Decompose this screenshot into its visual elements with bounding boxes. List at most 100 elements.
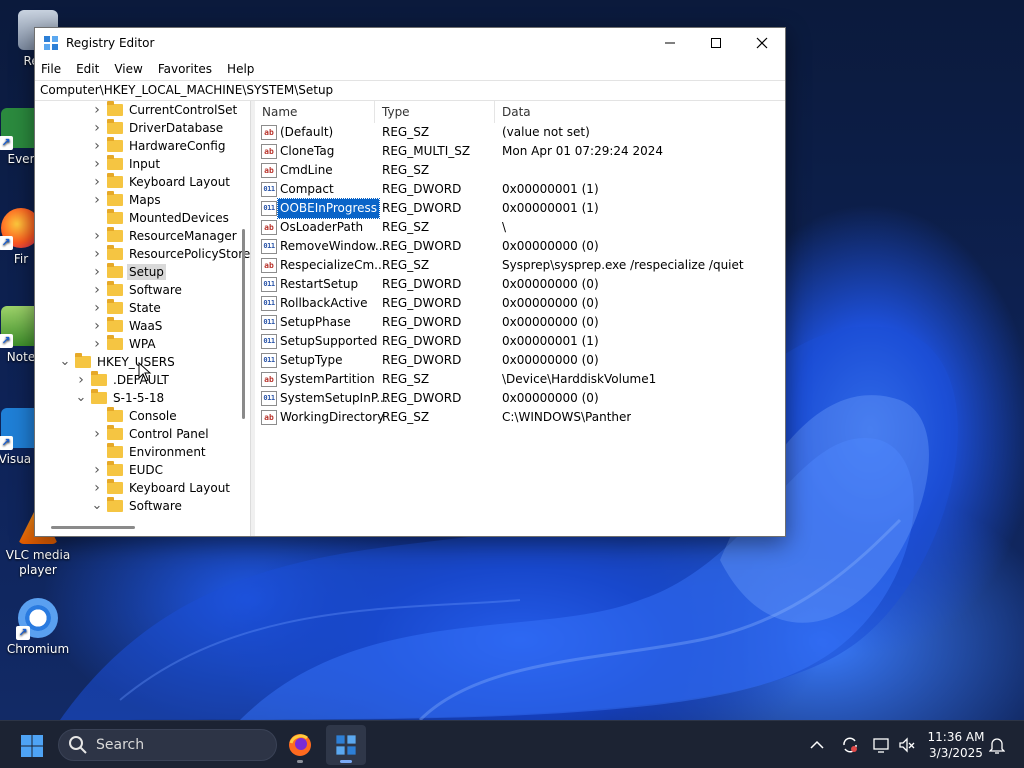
tree-item[interactable]: › ResourcePolicyStore: [91, 245, 250, 263]
tree-item[interactable]: › CurrentControlSet: [91, 101, 239, 119]
chevron-right-icon[interactable]: ›: [91, 119, 103, 137]
value-data: 0x00000000 (0): [502, 277, 599, 291]
tree-horizontal-scrollbar[interactable]: [51, 525, 171, 531]
tree-item[interactable]: ⌄ S-1-5-18: [75, 389, 166, 407]
maximize-button[interactable]: [693, 28, 739, 58]
value-row[interactable]: 011 RemoveWindow... REG_DWORD 0x00000000 (0…: [255, 237, 785, 256]
value-row[interactable]: ab CloneTag REG_MULTI_SZ Mon Apr 01 07:29:2…: [255, 142, 785, 161]
tree-item[interactable]: › DriverDatabase: [91, 119, 225, 137]
system-clock[interactable]: 11:36 AM 3/3/2025: [920, 729, 992, 761]
desktop-icon-label: Chromium: [6, 642, 70, 656]
tree-item[interactable]: › Control Panel: [91, 425, 211, 443]
tree-item[interactable]: › Maps: [91, 191, 163, 209]
tree-item[interactable]: › Setup: [91, 263, 166, 281]
value-type: REG_SZ: [382, 410, 430, 424]
value-type: REG_DWORD: [382, 201, 462, 215]
notifications-button[interactable]: [987, 735, 1007, 755]
value-type: REG_DWORD: [382, 353, 462, 367]
menu-edit[interactable]: Edit: [72, 59, 103, 79]
binary-value-icon: 011: [261, 353, 277, 368]
tree-item[interactable]: › ResourceManager: [91, 227, 239, 245]
value-row[interactable]: ab OsLoaderPath REG_SZ \: [255, 218, 785, 237]
tree-item[interactable]: › WaaS: [91, 317, 164, 335]
value-row[interactable]: ab RespecializeCm... REG_SZ Sysprep\sysprep…: [255, 256, 785, 275]
column-header-data[interactable]: Data: [495, 101, 785, 123]
value-row[interactable]: 011 RestartSetup REG_DWORD 0x00000000 (0): [255, 275, 785, 294]
value-row[interactable]: 011 RollbackActive REG_DWORD 0x00000000 (0): [255, 294, 785, 313]
desktop-icon-label: VLC media player: [5, 548, 71, 577]
tree-item[interactable]: › WPA: [91, 335, 158, 353]
value-row[interactable]: ab CmdLine REG_SZ: [255, 161, 785, 180]
tree-item[interactable]: ⌄ HKEY_USERS: [59, 353, 177, 371]
value-row[interactable]: ab WorkingDirectory REG_SZ C:\WINDOWS\Panth…: [255, 408, 785, 427]
string-value-icon: ab: [261, 220, 277, 235]
chevron-right-icon[interactable]: ›: [75, 371, 87, 389]
title-bar[interactable]: Registry Editor: [35, 28, 785, 58]
menu-help[interactable]: Help: [223, 59, 258, 79]
taskbar-registry-editor[interactable]: [326, 725, 366, 765]
chevron-right-icon[interactable]: ›: [91, 101, 103, 119]
value-row[interactable]: 011 Compact REG_DWORD 0x00000001 (1): [255, 180, 785, 199]
tree-item-label: Environment: [129, 445, 206, 459]
tree-vertical-scrollbar[interactable]: [239, 101, 249, 531]
chevron-right-icon[interactable]: ›: [91, 281, 103, 299]
tree-item[interactable]: ⌄ Software: [91, 497, 184, 515]
column-header-name[interactable]: Name: [255, 101, 375, 123]
chevron-down-icon[interactable]: ⌄: [75, 389, 87, 407]
shortcut-arrow-icon: ↗: [16, 626, 30, 640]
desktop-icon-chromium[interactable]: ↗ Chromium: [1, 598, 75, 657]
chevron-down-icon[interactable]: ⌄: [91, 497, 103, 515]
tree-item[interactable]: › Keyboard Layout: [91, 479, 232, 497]
tree-item[interactable]: MountedDevices: [91, 209, 231, 227]
taskbar-search[interactable]: Search: [58, 729, 277, 761]
tree-item[interactable]: Console: [91, 407, 179, 425]
tree-item[interactable]: › Keyboard Layout: [91, 173, 232, 191]
value-row[interactable]: ab (Default) REG_SZ (value not set): [255, 123, 785, 142]
chevron-right-icon[interactable]: ›: [91, 191, 103, 209]
chevron-right-icon[interactable]: ›: [91, 137, 103, 155]
editor-panes: › CurrentControlSet › DriverDatabase › Hardwa…: [35, 101, 785, 536]
chevron-right-icon[interactable]: ›: [91, 227, 103, 245]
menu-file[interactable]: File: [37, 59, 65, 79]
tree-item[interactable]: › Input: [91, 155, 162, 173]
tree-item[interactable]: › Software: [91, 281, 184, 299]
minimize-button[interactable]: [647, 28, 693, 58]
column-header-type[interactable]: Type: [375, 101, 495, 123]
folder-icon: [107, 461, 123, 476]
menu-favorites[interactable]: Favorites: [154, 59, 216, 79]
address-bar[interactable]: Computer\HKEY_LOCAL_MACHINE\SYSTEM\Setup: [35, 80, 785, 101]
scroll-thumb[interactable]: [51, 526, 135, 529]
chevron-right-icon[interactable]: ›: [91, 155, 103, 173]
value-row[interactable]: 011 SetupType REG_DWORD 0x00000000 (0): [255, 351, 785, 370]
chevron-down-icon[interactable]: ⌄: [59, 353, 71, 371]
chevron-right-icon[interactable]: ›: [91, 263, 103, 281]
value-row[interactable]: 011 SystemSetupInP... REG_DWORD 0x00000000 …: [255, 389, 785, 408]
chevron-right-icon[interactable]: ›: [91, 461, 103, 479]
show-hidden-icons-button[interactable]: [807, 735, 827, 755]
tree-item[interactable]: › .DEFAULT: [75, 371, 171, 389]
value-row[interactable]: 011 OOBEInProgress REG_DWORD 0x00000001 (1): [255, 198, 785, 219]
chevron-right-icon[interactable]: ›: [91, 335, 103, 353]
value-row[interactable]: 011 SetupSupported REG_DWORD 0x00000001 (1): [255, 332, 785, 351]
taskbar-firefox[interactable]: [280, 725, 320, 765]
value-row[interactable]: ab SystemPartition REG_SZ \Device\HarddiskV…: [255, 370, 785, 389]
scroll-thumb[interactable]: [242, 229, 245, 419]
chevron-right-icon[interactable]: ›: [91, 479, 103, 497]
chevron-right-icon[interactable]: ›: [91, 173, 103, 191]
value-row[interactable]: 011 SetupPhase REG_DWORD 0x00000000 (0): [255, 313, 785, 332]
tray-update-icon[interactable]: [840, 735, 860, 755]
tree-item[interactable]: › EUDC: [91, 461, 165, 479]
tree-item[interactable]: › HardwareConfig: [91, 137, 227, 155]
chevron-right-icon[interactable]: ›: [91, 245, 103, 263]
chevron-right-icon[interactable]: ›: [91, 299, 103, 317]
tray-network-icon[interactable]: [871, 735, 891, 755]
menu-view[interactable]: View: [110, 59, 146, 79]
tree-item[interactable]: Environment: [91, 443, 208, 461]
tree-item[interactable]: › State: [91, 299, 163, 317]
chevron-right-icon[interactable]: ›: [91, 425, 103, 443]
mouse-cursor-icon: [138, 362, 152, 382]
close-button[interactable]: [739, 28, 785, 58]
tray-volume-icon[interactable]: [897, 735, 917, 755]
chevron-right-icon[interactable]: ›: [91, 317, 103, 335]
start-button[interactable]: [20, 734, 44, 758]
